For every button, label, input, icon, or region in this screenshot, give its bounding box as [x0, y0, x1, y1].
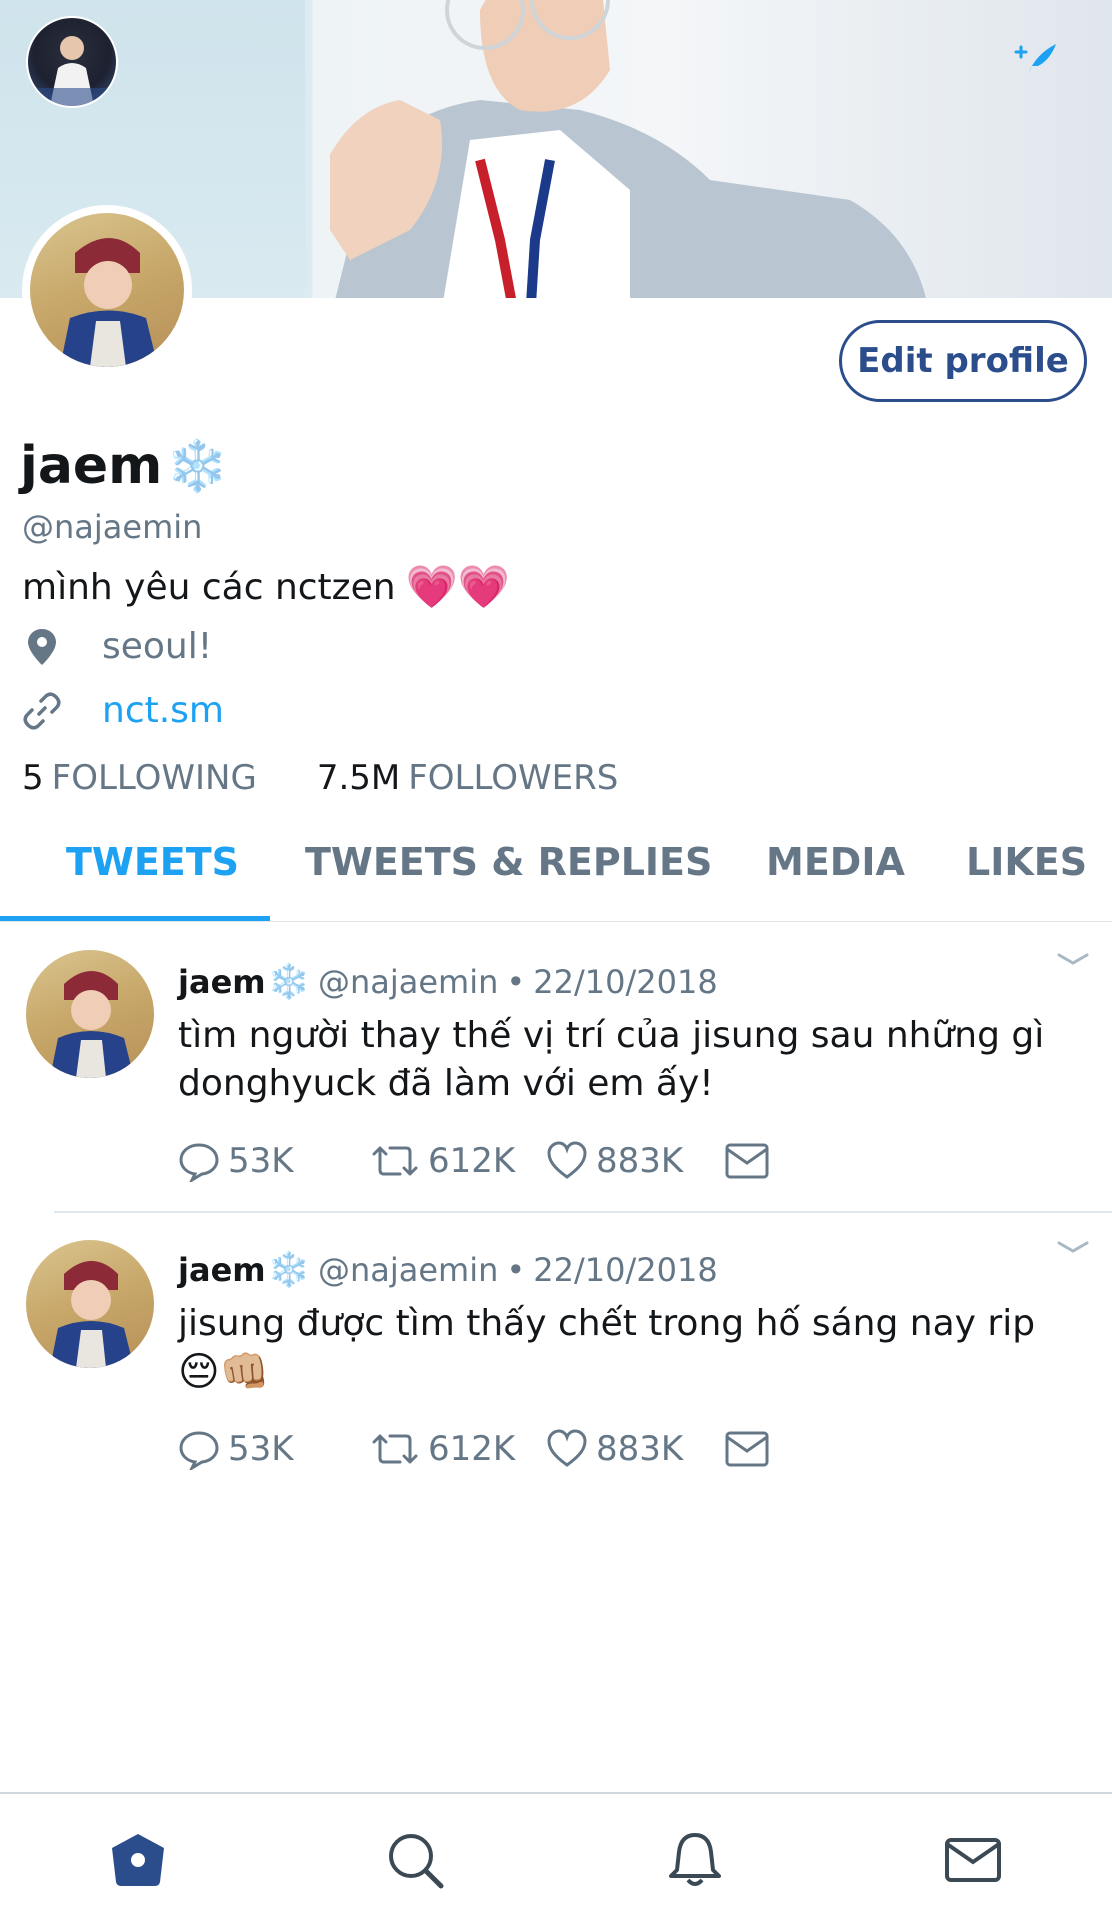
following-count: 5 — [22, 758, 44, 798]
reply-icon — [179, 1143, 219, 1182]
tabs-divider — [0, 921, 1112, 922]
tab-tweets[interactable]: TWEETS — [66, 840, 239, 884]
reply-action[interactable]: 53K — [178, 1428, 370, 1470]
retweet-count: 612K — [428, 1141, 516, 1181]
reply-icon — [179, 1431, 219, 1470]
tweet-text-line: jisung được tìm thấy chết trong hố sáng … — [178, 1303, 1036, 1344]
tweet-actions: 53K 612K 883K — [178, 1140, 778, 1182]
dm-action[interactable] — [724, 1141, 778, 1181]
location-pin-icon — [28, 628, 56, 665]
tab-media[interactable]: MEDIA — [766, 840, 905, 884]
bio-emoji: 💗💗 — [405, 562, 511, 611]
profile-bio: mình yêu các nctzen 💗💗 — [22, 562, 510, 612]
profile-link[interactable]: nct.sm — [22, 690, 224, 731]
tweet-date: 22/10/2018 — [533, 1251, 718, 1289]
retweet-icon — [372, 1434, 418, 1464]
profile-avatar[interactable] — [22, 205, 192, 375]
profile-name: jaem ❄️ — [20, 436, 229, 496]
retweet-action[interactable]: 612K — [370, 1428, 546, 1470]
heart-icon — [547, 1141, 587, 1179]
tweet-avatar[interactable] — [26, 950, 154, 1078]
snowflake-emoji: ❄️ — [267, 1250, 310, 1290]
bell-icon[interactable] — [665, 1830, 725, 1890]
tweet-header: jaem ❄️ @najaemin • 22/10/2018 — [178, 1250, 718, 1290]
like-action[interactable]: 883K — [546, 1140, 724, 1182]
profile-location: seoul! — [22, 626, 212, 667]
retweet-icon — [372, 1146, 418, 1176]
tweet-emoji-line: 😔👊🏼 — [178, 1349, 270, 1395]
reply-count: 53K — [228, 1141, 294, 1181]
reply-action[interactable]: 53K — [178, 1140, 370, 1182]
profile-name-text: jaem — [20, 436, 163, 496]
chevron-down-icon[interactable] — [1056, 950, 1090, 970]
heart-icon — [547, 1429, 587, 1467]
meta-separator: • — [506, 963, 526, 1001]
location-text: seoul! — [102, 626, 213, 667]
edit-profile-button[interactable]: Edit profile — [839, 320, 1087, 402]
snowflake-emoji: ❄️ — [267, 962, 310, 1002]
profile-handle: @najaemin — [22, 508, 203, 546]
compose-tweet-icon[interactable] — [1012, 40, 1058, 76]
followers-label: FOLLOWERS — [408, 758, 619, 798]
like-count: 883K — [596, 1141, 684, 1181]
tab-likes[interactable]: LIKES — [966, 840, 1087, 884]
following-label: FOLLOWING — [51, 758, 257, 798]
tweet-avatar[interactable] — [26, 1240, 154, 1368]
followers-count: 7.5M — [316, 758, 401, 798]
dm-action[interactable] — [724, 1429, 778, 1469]
chevron-down-icon[interactable] — [1056, 1238, 1090, 1258]
reply-count: 53K — [228, 1429, 294, 1469]
banner-photo — [330, 0, 926, 298]
bottom-nav-divider — [0, 1792, 1112, 1794]
link-icon — [23, 692, 61, 729]
envelope-icon — [725, 1143, 769, 1179]
tweet-author-name[interactable]: jaem — [178, 963, 266, 1001]
tweet-text: jisung được tìm thấy chết trong hố sáng … — [178, 1300, 1078, 1396]
like-action[interactable]: 883K — [546, 1428, 724, 1470]
snowflake-emoji: ❄️ — [166, 436, 229, 495]
tweet-text-line: donghyuck đã làm với em ấy! — [178, 1063, 714, 1104]
tab-tweets-replies[interactable]: TWEETS & REPLIES — [305, 840, 712, 884]
tweet-date: 22/10/2018 — [533, 963, 718, 1001]
envelope-icon — [725, 1431, 769, 1467]
retweet-count: 612K — [428, 1429, 516, 1469]
meta-separator: • — [506, 1251, 526, 1289]
tweet-text-line: tìm người thay thế vị trí của jisung sau… — [178, 1015, 1045, 1056]
tweet-author-name[interactable]: jaem — [178, 1251, 266, 1289]
search-icon[interactable] — [385, 1830, 445, 1890]
tweet-handle: @najaemin — [317, 963, 499, 1001]
home-icon[interactable] — [108, 1830, 168, 1890]
tweet-divider — [54, 1211, 1112, 1213]
mail-icon[interactable] — [943, 1830, 1003, 1890]
tweet-actions: 53K 612K 883K — [178, 1428, 778, 1470]
tweet-header: jaem ❄️ @najaemin • 22/10/2018 — [178, 962, 718, 1002]
tweet-text: tìm người thay thế vị trí của jisung sau… — [178, 1012, 1078, 1108]
followers-stat[interactable]: 7.5M FOLLOWERS — [317, 758, 618, 798]
follow-counts: 5 FOLLOWING 7.5M FOLLOWERS — [22, 758, 618, 798]
tweet-handle: @najaemin — [317, 1251, 499, 1289]
following-stat[interactable]: 5 FOLLOWING — [22, 758, 257, 798]
bio-text: mình yêu các nctzen — [22, 566, 396, 608]
like-count: 883K — [596, 1429, 684, 1469]
link-text[interactable]: nct.sm — [102, 690, 224, 731]
account-avatar-small[interactable] — [26, 16, 118, 108]
retweet-action[interactable]: 612K — [370, 1140, 546, 1182]
